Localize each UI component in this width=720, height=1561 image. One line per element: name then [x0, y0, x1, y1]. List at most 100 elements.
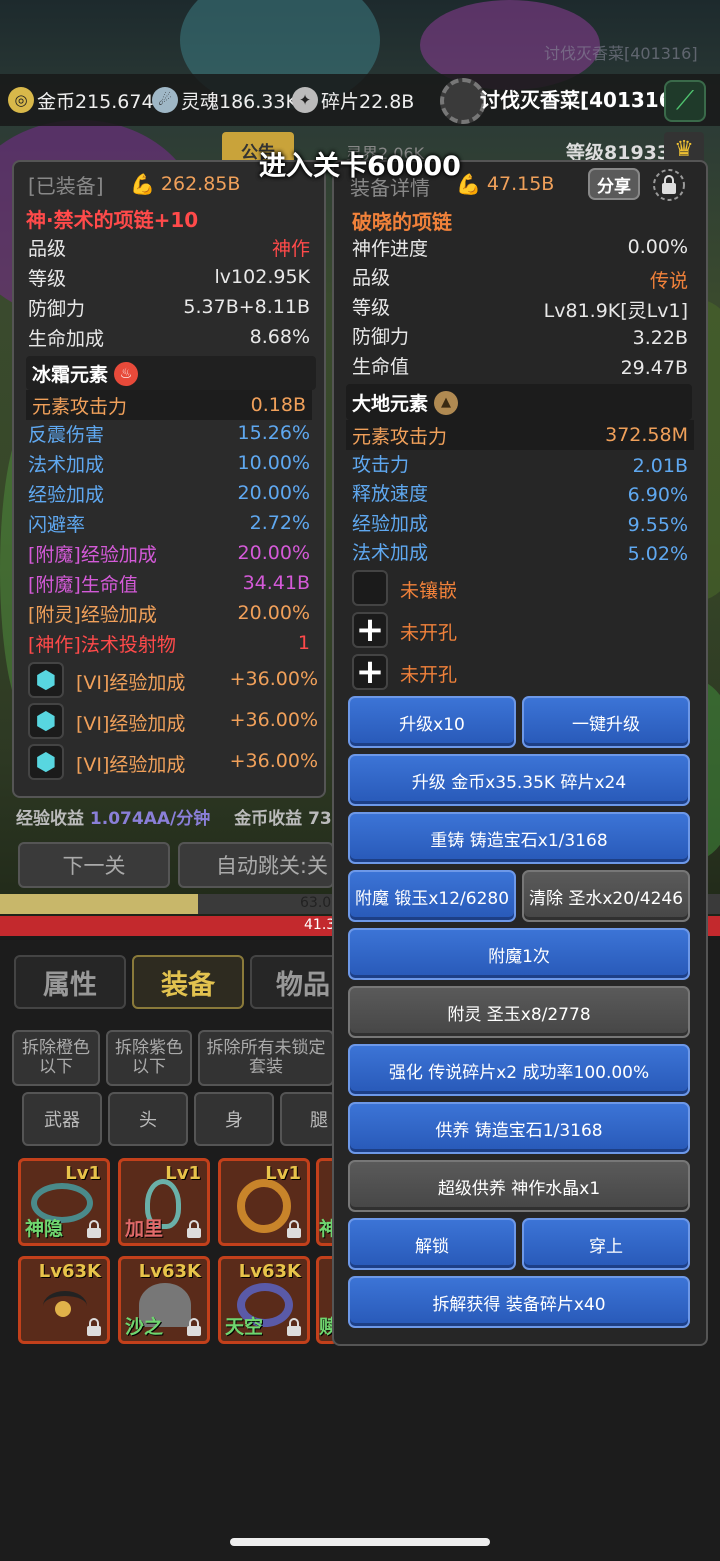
upgrade-cost-button[interactable]: 升级 金币x35.35K 碎片x24 [348, 754, 690, 806]
inventory-item[interactable]: Lv1 神隐 [18, 1158, 110, 1246]
category-label: 武器 [44, 1110, 80, 1131]
stat-key: [神作]法术投射物 [28, 633, 176, 656]
gem-stat-key: [VI]经验加成 [76, 713, 186, 735]
stat-value: 10.00% [237, 452, 310, 474]
stage-toast: 进入关卡60000 [0, 144, 720, 183]
socket-label: 未开孔 [400, 622, 458, 644]
stat-key: [附灵]经验加成 [28, 603, 157, 626]
item-level: Lv63K [238, 1261, 301, 1282]
equip-button[interactable]: 穿上 [522, 1218, 690, 1270]
button-label: 升级x10 [399, 714, 465, 735]
earth-element-icon: ▲ [434, 390, 459, 415]
stat-value: 20.00% [237, 482, 310, 504]
exp-income-value: 1.074AA/分钟 [89, 809, 211, 829]
spirit-button[interactable]: 附灵 圣玉x8/2778 [348, 986, 690, 1038]
stat-row: 攻击力 2.01B [334, 448, 706, 478]
tab-equipment[interactable]: 装备 [132, 955, 244, 1009]
stat-value: 6.90% [627, 484, 688, 506]
plus-icon: + [352, 652, 388, 692]
stat-value: 9.55% [627, 514, 688, 536]
stat-value: 8.68% [249, 326, 310, 348]
tab-attributes[interactable]: 属性 [14, 955, 126, 1009]
gold-income-label: 金币收益 [234, 809, 303, 829]
upgrade-x10-button[interactable]: 升级x10 [348, 696, 516, 748]
feed-button[interactable]: 供养 铸造宝石1/3168 [348, 1102, 690, 1154]
inventory-item[interactable]: Lv1 加里 [118, 1158, 210, 1246]
element-header: 大地元素 ▲ [346, 384, 692, 420]
element-attack-row: 元素攻击力 372.58M [346, 420, 694, 450]
category-weapon[interactable]: 武器 [22, 1092, 102, 1146]
dismantle-purple-button[interactable]: 拆除紫色以下 [106, 1030, 192, 1086]
super-feed-button[interactable]: 超级供养 神作水晶x1 [348, 1160, 690, 1212]
strengthen-button[interactable]: 强化 传说碎片x2 成功率100.00% [348, 1044, 690, 1096]
next-level-button[interactable]: 下一关 [18, 842, 170, 888]
clear-enchant-button[interactable]: 清除 圣水x20/4246 [522, 870, 690, 922]
socket-row[interactable]: + 未开孔 [352, 610, 652, 650]
socket-row[interactable]: + 未开孔 [352, 652, 652, 692]
auto-skip-button[interactable]: 自动跳关:关 [178, 842, 334, 888]
stat-key: 反震伤害 [28, 423, 105, 446]
recast-button[interactable]: 重铸 铸造宝石x1/3168 [348, 812, 690, 864]
button-label: 一键升级 [572, 714, 640, 735]
shard-amount: 碎片22.8B [321, 90, 415, 113]
dismantle-orange-label: 拆除橙色以下 [22, 1038, 90, 1077]
inventory-item[interactable]: Lv63K 沙之 [118, 1256, 210, 1344]
enchant-button[interactable]: 附魔 锻玉x12/6280 [348, 870, 516, 922]
stat-row: 等级 Lv81.9K[灵Lv1] [334, 291, 706, 322]
lock-icon [285, 1317, 303, 1337]
stat-value: 34.41B [242, 572, 310, 594]
boss-label: 讨伐灭香菜[401316] [480, 88, 682, 112]
stat-value: 0.18B [250, 394, 306, 416]
gold-coin-icon: ◎ [8, 87, 34, 113]
enchant-once-button[interactable]: 附魔1次 [348, 928, 690, 980]
stat-key: 经验加成 [28, 483, 105, 506]
soul-icon: ☄ [152, 87, 178, 113]
inventory-item[interactable]: Lv1 [218, 1158, 310, 1246]
soul-resource: ☄ 灵魂186.33K [152, 86, 298, 114]
category-label: 腿 [310, 1110, 328, 1131]
button-label: 穿上 [589, 1236, 623, 1257]
stat-row: 经验加成 20.00% [14, 478, 324, 508]
empty-socket-icon [352, 570, 388, 606]
dismantle-orange-button[interactable]: 拆除橙色以下 [12, 1030, 100, 1086]
socket-row[interactable]: 未镶嵌 [352, 568, 652, 608]
stat-row: 生命加成 8.68% [14, 322, 324, 352]
gem-row: ⬢ [VI]经验加成 +36.00% [28, 742, 318, 782]
stat-key: [附魔]生命值 [28, 573, 138, 596]
stat-value: 传说 [649, 269, 688, 292]
item-name: 天空 [225, 1316, 264, 1338]
gem-row: ⬢ [VI]经验加成 +36.00% [28, 701, 318, 741]
stat-value: 1 [297, 632, 310, 654]
element-attack-row: 元素攻击力 0.18B [26, 390, 312, 420]
stat-value: 29.47B [620, 357, 688, 379]
one-key-upgrade-button[interactable]: 一键升级 [522, 696, 690, 748]
diamond-gem-icon: ⬢ [28, 662, 64, 698]
stat-row: 经验加成 9.55% [334, 507, 706, 537]
stat-key: 释放速度 [352, 482, 429, 505]
gold-resource: ◎ 金币215.674.7 [8, 86, 172, 114]
lock-icon [285, 1219, 303, 1239]
stat-key: [附魔]经验加成 [28, 543, 157, 566]
button-label: 升级 金币x35.35K 碎片x24 [411, 772, 627, 793]
dismantle-unlocked-button[interactable]: 拆除所有未锁定套装 [198, 1030, 334, 1086]
stat-row: 防御力 3.22B [334, 320, 706, 350]
boss-button[interactable]: 讨伐灭香菜[401316] [480, 84, 682, 118]
stat-value: 2.72% [249, 512, 310, 534]
category-body[interactable]: 身 [194, 1092, 274, 1146]
dismantle-button[interactable]: 拆解获得 装备碎片x40 [348, 1276, 690, 1328]
tab-label: 装备 [161, 969, 215, 1001]
inventory-item[interactable]: Lv63K 天空 [218, 1256, 310, 1344]
category-head[interactable]: 头 [108, 1092, 188, 1146]
button-label: 附灵 圣玉x8/2778 [447, 1004, 591, 1025]
gold-income-value: 73 [308, 809, 332, 829]
equipped-item-name: 神·禁术的项链+10 [26, 208, 199, 232]
boss-attack-icon[interactable]: ⟋ [664, 80, 706, 122]
lock-icon [85, 1317, 103, 1337]
home-indicator[interactable] [230, 1538, 490, 1546]
element-title: 冰霜元素 ♨ [32, 360, 139, 387]
element-name: 冰霜元素 [32, 364, 109, 386]
stat-value: 5.02% [627, 543, 688, 565]
category-legs[interactable]: 腿 [280, 1092, 336, 1146]
inventory-item[interactable]: Lv63K [18, 1256, 110, 1344]
unlock-button[interactable]: 解锁 [348, 1218, 516, 1270]
